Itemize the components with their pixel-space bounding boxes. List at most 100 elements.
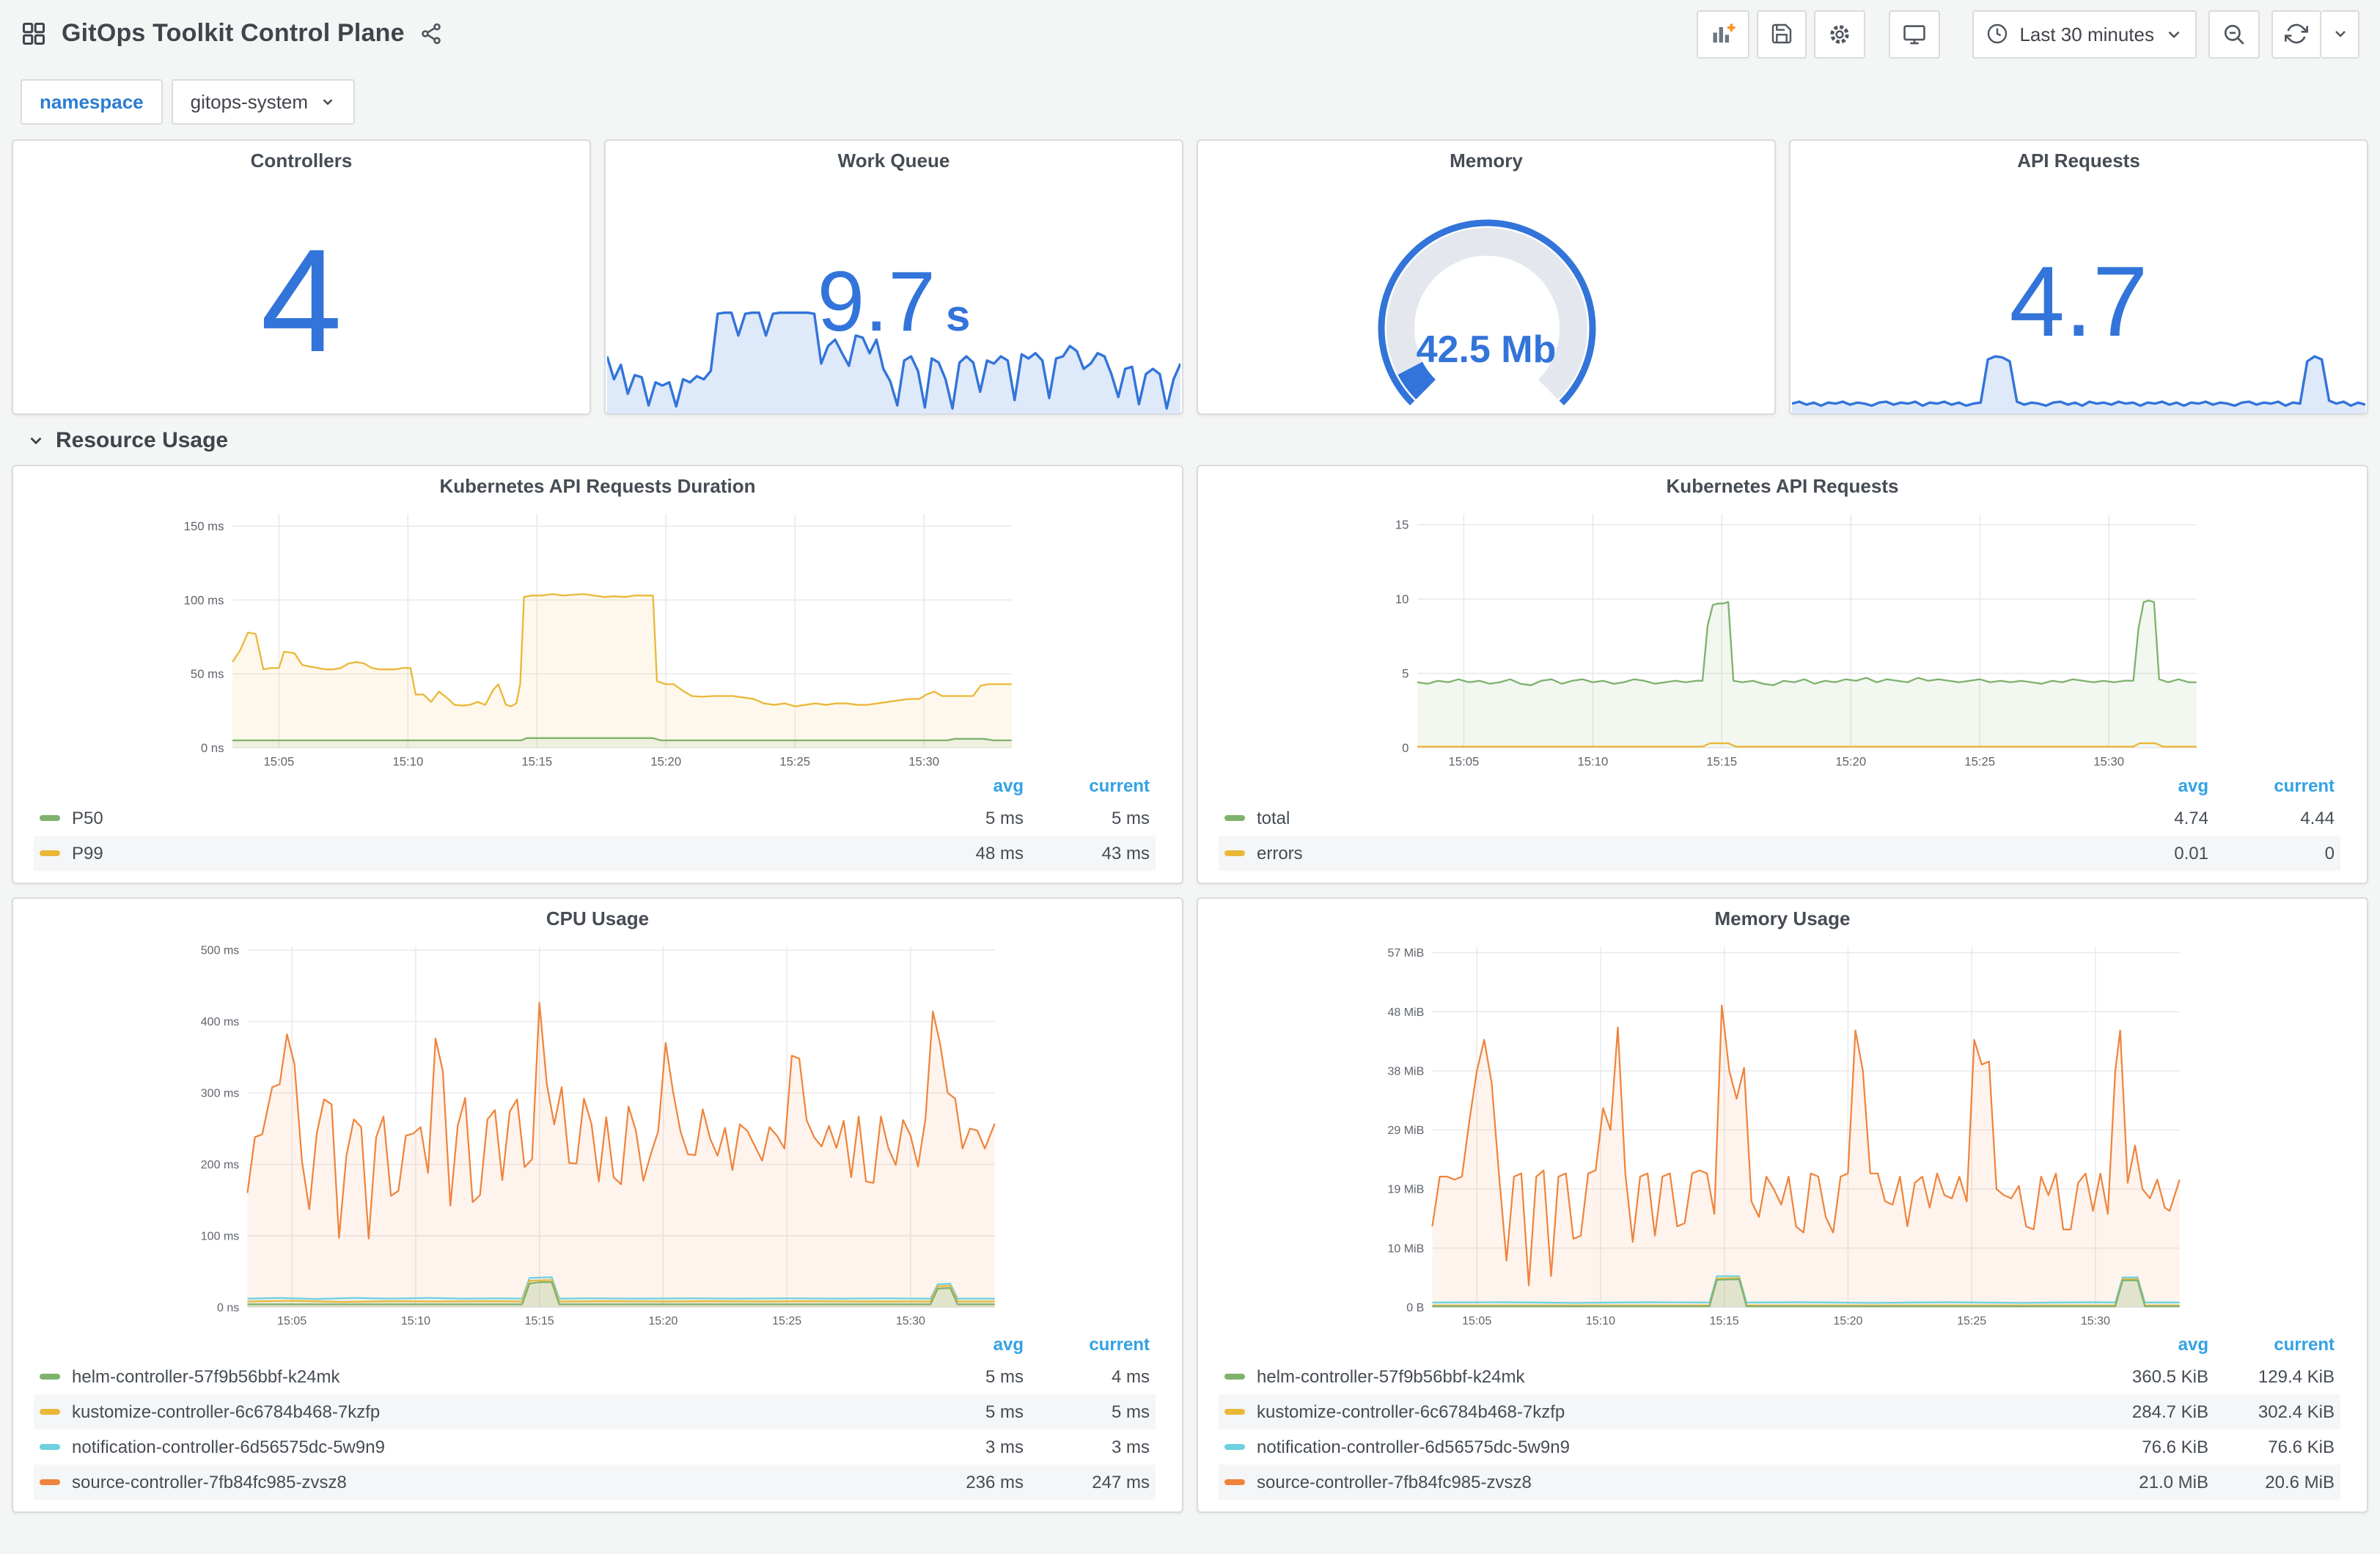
chevron-down-icon: [30, 436, 42, 444]
legend-col-current[interactable]: current: [2208, 776, 2335, 796]
legend-row: helm-controller-57f9b56bbf-k24mk 5 ms 4 ms: [34, 1359, 1156, 1394]
panel-memory: Memory 42.5 Mb: [1197, 139, 1776, 415]
series-color-dash: [40, 815, 60, 821]
legend-series-label[interactable]: P99: [40, 843, 877, 863]
panel-title[interactable]: Controllers: [13, 141, 590, 180]
panel-api-requests: API Requests 4.7: [1789, 139, 2368, 415]
svg-text:15:15: 15:15: [521, 755, 552, 769]
legend-col-avg[interactable]: avg: [877, 776, 1024, 796]
legend-series-label[interactable]: total: [1224, 808, 2062, 828]
legend-header: avg current: [1219, 771, 2340, 800]
svg-text:0: 0: [1402, 741, 1408, 755]
panel-cpu-usage: CPU Usage 15:05 15:10 15:15 15:20 15:25 15:30…: [12, 897, 1183, 1513]
svg-text:15:30: 15:30: [2093, 755, 2124, 769]
legend-avg-value: 284.7 KiB: [2131, 1402, 2208, 1422]
dashboard-settings-button[interactable]: [1814, 10, 1866, 58]
panel-controllers: Controllers 4: [12, 139, 591, 415]
memory-usage-chart: 15:05 15:10 15:15 15:20 15:25 15:30 0 B 10 MiB 1…: [1387, 946, 2181, 1327]
svg-text:10 MiB: 10 MiB: [1387, 1242, 1424, 1255]
legend-avg-value: 5 ms: [985, 1366, 1024, 1387]
row-title: Resource Usage: [56, 427, 229, 452]
time-range-picker[interactable]: Last 30 minutes: [1972, 10, 2197, 58]
legend-col-avg[interactable]: avg: [877, 1334, 1024, 1355]
legend-series-label[interactable]: notification-controller-6d56575dc-5w9n9: [40, 1437, 877, 1457]
cycle-view-mode-button[interactable]: [1889, 10, 1941, 58]
legend-series-label[interactable]: kustomize-controller-6c6784b468-7kzfp: [1224, 1402, 2062, 1422]
legend-series-label[interactable]: source-controller-7fb84fc985-zvsz8: [40, 1472, 877, 1492]
legend-avg-value: 360.5 KiB: [2131, 1366, 2208, 1387]
legend-row: P50 5 ms 5 ms: [34, 800, 1156, 836]
legend-row: P99 48 ms 43 ms: [34, 836, 1156, 871]
dashboards-grid-icon[interactable]: [21, 21, 47, 47]
panel-title[interactable]: Memory: [1198, 141, 1774, 180]
panel-title[interactable]: Kubernetes API Requests: [1198, 466, 2367, 506]
svg-text:15:20: 15:20: [1833, 1314, 1862, 1327]
svg-text:15:25: 15:25: [1964, 755, 1995, 769]
series-color-dash: [40, 850, 60, 856]
refresh-button[interactable]: [2271, 10, 2321, 58]
legend-current-value: 5 ms: [1111, 808, 1150, 828]
legend-series-label[interactable]: notification-controller-6d56575dc-5w9n9: [1224, 1437, 2062, 1457]
refresh-interval-dropdown[interactable]: [2321, 10, 2359, 58]
legend-row: notification-controller-6d56575dc-5w9n9 7…: [1219, 1429, 2340, 1465]
legend-avg-value: 76.6 KiB: [2142, 1437, 2208, 1457]
panel-k8s-api-requests-duration: Kubernetes API Requests Duration 15:05 15…: [12, 465, 1183, 884]
panel-title[interactable]: Work Queue: [606, 141, 1182, 180]
k8s-api-requests-chart: 15:05 15:10 15:15 15:20 15:25 15:30 0 5 10 15: [1395, 514, 2197, 769]
legend-avg-value: 5 ms: [985, 808, 1024, 828]
legend-col-current[interactable]: current: [1024, 1334, 1150, 1355]
svg-text:400 ms: 400 ms: [201, 1015, 240, 1028]
legend-row: notification-controller-6d56575dc-5w9n9 3…: [34, 1429, 1156, 1465]
svg-text:0 ns: 0 ns: [217, 1301, 239, 1314]
svg-text:15:05: 15:05: [1462, 1314, 1491, 1327]
legend-row: helm-controller-57f9b56bbf-k24mk 360.5 Ki…: [1219, 1359, 2340, 1394]
svg-text:15:30: 15:30: [908, 755, 939, 769]
series-color-dash: [1224, 850, 1245, 856]
add-panel-button[interactable]: [1697, 10, 1750, 58]
legend-col-avg[interactable]: avg: [2062, 1334, 2208, 1355]
stat-value-controllers: 4: [260, 218, 342, 383]
svg-text:0 ns: 0 ns: [201, 741, 224, 755]
svg-text:15:20: 15:20: [1835, 755, 1866, 769]
row-resource-usage[interactable]: Resource Usage: [12, 415, 2368, 465]
legend-series-label[interactable]: helm-controller-57f9b56bbf-k24mk: [1224, 1366, 2062, 1387]
series-color-dash: [40, 1479, 60, 1485]
legend-avg-value: 5 ms: [985, 1402, 1024, 1422]
legend-current-value: 43 ms: [1101, 843, 1150, 863]
legend-row: kustomize-controller-6c6784b468-7kzfp 5 m…: [34, 1394, 1156, 1429]
memory-gauge: [1377, 218, 1595, 405]
variable-namespace-label[interactable]: namespace: [21, 79, 163, 125]
legend-avg-value: 21.0 MiB: [2139, 1472, 2208, 1492]
legend-col-current[interactable]: current: [2208, 1334, 2335, 1355]
grafana-dashboard: GitOps Toolkit Control Plane Last 30 min…: [0, 0, 2380, 1554]
svg-text:15:05: 15:05: [1449, 755, 1480, 769]
svg-text:15:25: 15:25: [772, 1314, 801, 1327]
svg-text:15:25: 15:25: [779, 755, 810, 769]
panel-title[interactable]: API Requests: [1790, 141, 2367, 180]
save-dashboard-button[interactable]: [1757, 10, 1807, 58]
legend-current-value: 4.44: [2300, 808, 2335, 828]
share-icon[interactable]: [419, 22, 443, 45]
svg-text:15: 15: [1395, 518, 1409, 532]
variable-namespace-value[interactable]: gitops-system: [171, 79, 356, 125]
zoom-out-time-button[interactable]: [2208, 10, 2260, 58]
legend-series-label[interactable]: errors: [1224, 843, 2062, 863]
legend-series-label[interactable]: kustomize-controller-6c6784b468-7kzfp: [40, 1402, 877, 1422]
legend-series-label[interactable]: P50: [40, 808, 877, 828]
legend-current-value: 302.4 KiB: [2258, 1402, 2335, 1422]
svg-text:38 MiB: 38 MiB: [1387, 1064, 1424, 1078]
legend-header: avg current: [34, 771, 1156, 800]
series-color-dash: [1224, 1444, 1245, 1450]
navbar: GitOps Toolkit Control Plane Last 30 min…: [0, 0, 2380, 67]
legend-series-label[interactable]: source-controller-7fb84fc985-zvsz8: [1224, 1472, 2062, 1492]
svg-text:15:10: 15:10: [401, 1314, 430, 1327]
panel-title[interactable]: Kubernetes API Requests Duration: [13, 466, 1182, 506]
legend-col-avg[interactable]: avg: [2062, 776, 2208, 796]
legend-col-current[interactable]: current: [1024, 776, 1150, 796]
series-color-dash: [1224, 1409, 1245, 1415]
svg-text:0 B: 0 B: [1406, 1301, 1424, 1314]
chevron-down-icon: [2164, 24, 2183, 43]
panel-title[interactable]: Memory Usage: [1198, 899, 2367, 938]
panel-title[interactable]: CPU Usage: [13, 899, 1182, 938]
legend-series-label[interactable]: helm-controller-57f9b56bbf-k24mk: [40, 1366, 877, 1387]
